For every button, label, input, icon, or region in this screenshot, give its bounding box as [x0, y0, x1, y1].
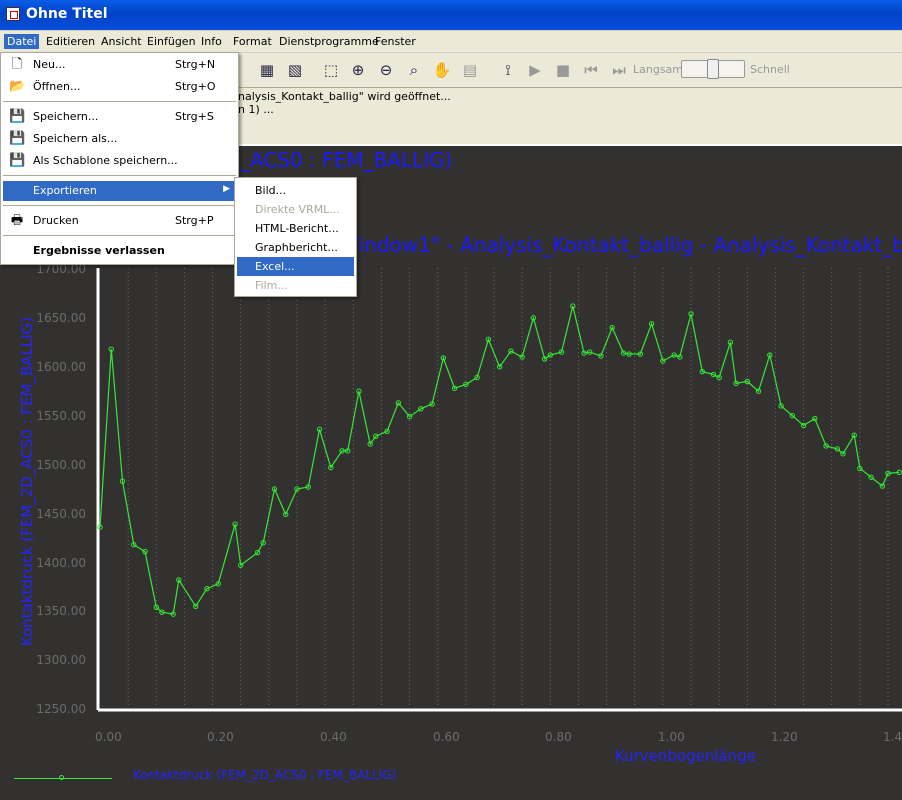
menu-item-speichern[interactable]: 💾 Speichern... Strg+S	[3, 107, 236, 127]
app-icon	[6, 7, 20, 21]
submenu-item-label: Direkte VRML...	[255, 203, 340, 216]
submenu-item-html-bericht[interactable]: HTML-Bericht...	[237, 219, 354, 238]
menu-dienstprogramme[interactable]: Dienstprogramme	[276, 34, 382, 49]
export-submenu: Bild... Direkte VRML... HTML-Bericht... …	[234, 177, 357, 297]
menu-item-exportieren[interactable]: Exportieren ▶	[3, 181, 236, 201]
y-axis-title: Kontaktdruck (FEM_2D_ACS0 : FEM_BALLIG)	[18, 316, 36, 646]
submenu-item-label: Graphbericht...	[255, 241, 338, 254]
menu-item-shortcut: Strg+N	[175, 58, 216, 71]
menu-bar: Datei Editieren Ansicht Einfügen Info Fo…	[0, 31, 902, 52]
submenu-item-graphbericht[interactable]: Graphbericht...	[237, 238, 354, 257]
x-tick-label: 0.00	[95, 730, 122, 744]
graph-add-icon[interactable]: ▦	[256, 59, 278, 81]
menu-item-ergebnisse-verlassen[interactable]: Ergebnisse verlassen	[3, 241, 236, 261]
menu-item-label: Drucken	[33, 214, 79, 227]
speed-slider[interactable]	[681, 59, 745, 79]
window-title: Ohne Titel	[26, 6, 108, 22]
menu-item-speichern-als[interactable]: 💾 Speichern als...	[3, 129, 236, 149]
submenu-item-label: Bild...	[255, 184, 287, 197]
menu-item-label: Öffnen...	[33, 80, 81, 93]
menu-ansicht[interactable]: Ansicht	[98, 34, 145, 49]
menu-item-neu[interactable]: 🗋 Neu... Strg+N	[3, 55, 236, 75]
menu-item-label: Neu...	[33, 58, 66, 71]
zoom-out-icon[interactable]: ⊖	[375, 59, 397, 81]
menu-item-shortcut: Strg+S	[175, 110, 214, 123]
submenu-arrow-icon: ▶	[223, 184, 230, 194]
submenu-item-bild[interactable]: Bild...	[237, 181, 354, 200]
zoom-fit-icon[interactable]: ⬚	[320, 59, 342, 81]
menu-item-als-schablone[interactable]: 💾 Als Schablone speichern...	[3, 151, 236, 171]
legend-label: Kontaktdruck (FEM_2D_ACS0 : FEM_BALLIG)	[133, 768, 397, 782]
menu-editieren[interactable]: Editieren	[43, 34, 98, 49]
zoom-window-icon[interactable]: ⌕	[403, 59, 425, 81]
menu-item-oeffnen[interactable]: 📂 Öffnen... Strg+O	[3, 77, 236, 97]
message-line-2: n 1) ...	[238, 103, 274, 116]
play-icon[interactable]: ▶	[524, 59, 546, 81]
menu-item-drucken[interactable]: 🖶 Drucken Strg+P	[3, 211, 236, 231]
menu-datei[interactable]: Datei	[4, 34, 40, 49]
x-tick-label: 1.00	[658, 730, 685, 744]
x-axis-title: Kurvenbogenlänge	[615, 747, 756, 765]
title-bar: Ohne Titel	[0, 0, 902, 30]
menu-item-label: Speichern als...	[33, 132, 118, 145]
menu-info[interactable]: Info	[198, 34, 225, 49]
curve-points-icon[interactable]: ⟟	[497, 59, 519, 81]
submenu-item-label: Excel...	[255, 260, 295, 273]
open-folder-icon: 📂	[9, 79, 26, 94]
speed-slow-label: Langsam	[633, 63, 684, 76]
submenu-item-film[interactable]: Film...	[237, 276, 354, 295]
menu-einfuegen[interactable]: Einfügen	[144, 34, 199, 49]
x-tick-label: 0.80	[545, 730, 572, 744]
menu-separator	[3, 175, 236, 176]
submenu-item-label: HTML-Bericht...	[255, 222, 339, 235]
view-rotate-icon[interactable]: ✋	[431, 59, 453, 81]
menu-item-shortcut: Strg+P	[175, 214, 214, 227]
speed-fast-label: Schnell	[750, 63, 790, 76]
view-options-icon[interactable]: ▤	[459, 59, 481, 81]
new-doc-icon: 🗋	[11, 57, 23, 72]
menu-item-label: Als Schablone speichern...	[33, 154, 178, 167]
x-tick-label: 1.20	[771, 730, 798, 744]
series-line	[99, 305, 900, 615]
zoom-in-icon[interactable]: ⊕	[347, 59, 369, 81]
menu-item-label: Speichern...	[33, 110, 99, 123]
menu-item-label: Ergebnisse verlassen	[33, 244, 165, 257]
x-tick-label: 0.40	[320, 730, 347, 744]
menu-item-label: Exportieren	[33, 184, 97, 197]
menu-separator	[3, 205, 236, 206]
menu-fenster[interactable]: Fenster	[372, 34, 419, 49]
save-template-icon: 💾	[9, 153, 26, 168]
x-tick-label: 0.20	[207, 730, 234, 744]
speed-slider-thumb[interactable]	[707, 59, 719, 79]
y-tick-label: 1300.00	[36, 653, 86, 667]
x-tick-label: 1.40	[883, 730, 902, 744]
submenu-item-label: Film...	[255, 279, 288, 292]
y-tick-label: 1250.00	[36, 702, 86, 716]
menu-separator	[3, 235, 236, 236]
menu-item-shortcut: Strg+O	[175, 80, 216, 93]
x-tick-label: 0.60	[433, 730, 460, 744]
legend-marker	[59, 775, 64, 780]
forward-end-icon[interactable]: ⏭	[608, 59, 630, 81]
submenu-item-direkte-vrml[interactable]: Direkte VRML...	[237, 200, 354, 219]
rewind-icon[interactable]: ⏮	[580, 59, 602, 81]
menu-separator	[3, 101, 236, 102]
file-menu: 🗋 Neu... Strg+N 📂 Öffnen... Strg+O 💾 Spe…	[0, 52, 239, 265]
stop-icon[interactable]: ■	[552, 59, 574, 81]
print-icon: 🖶	[10, 213, 24, 228]
menu-format[interactable]: Format	[230, 34, 275, 49]
graph-remove-icon[interactable]: ▧	[284, 59, 306, 81]
save-icon: 💾	[9, 109, 26, 124]
save-as-icon: 💾	[9, 131, 26, 146]
message-line-1: nalysis_Kontakt_ballig" wird geöffnet...	[238, 90, 451, 103]
submenu-item-excel[interactable]: Excel...	[237, 257, 354, 276]
